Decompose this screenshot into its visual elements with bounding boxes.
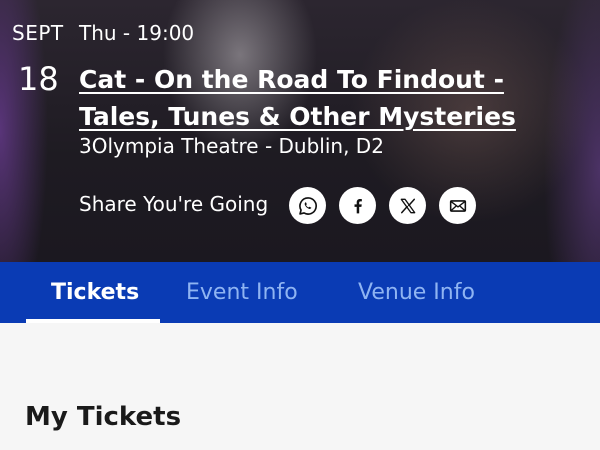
tab-tickets[interactable]: Tickets [51, 262, 139, 323]
event-title-link[interactable]: Cat - On the Road To Findout - Tales, Tu… [79, 61, 579, 135]
share-label: Share You're Going [79, 192, 269, 216]
whatsapp-icon [298, 196, 317, 215]
share-facebook-button[interactable] [339, 187, 376, 224]
tab-event-info[interactable]: Event Info [186, 262, 298, 323]
event-tabs: Tickets Event Info Venue Info [0, 262, 600, 323]
facebook-icon [354, 198, 362, 213]
event-header: SEPT Thu - 19:00 18 Cat - On the Road To… [0, 0, 600, 262]
event-month: SEPT [12, 21, 64, 45]
share-email-button[interactable] [439, 187, 476, 224]
share-x-button[interactable] [389, 187, 426, 224]
x-icon [400, 198, 415, 213]
event-day-number: 18 [18, 60, 59, 98]
email-icon [449, 199, 466, 212]
my-tickets-heading: My Tickets [25, 402, 182, 432]
tab-venue-info[interactable]: Venue Info [358, 262, 475, 323]
active-tab-indicator [26, 319, 160, 323]
event-venue: 3Olympia Theatre - Dublin, D2 [79, 134, 384, 158]
share-whatsapp-button[interactable] [289, 187, 326, 224]
event-day-time: Thu - 19:00 [79, 21, 195, 45]
